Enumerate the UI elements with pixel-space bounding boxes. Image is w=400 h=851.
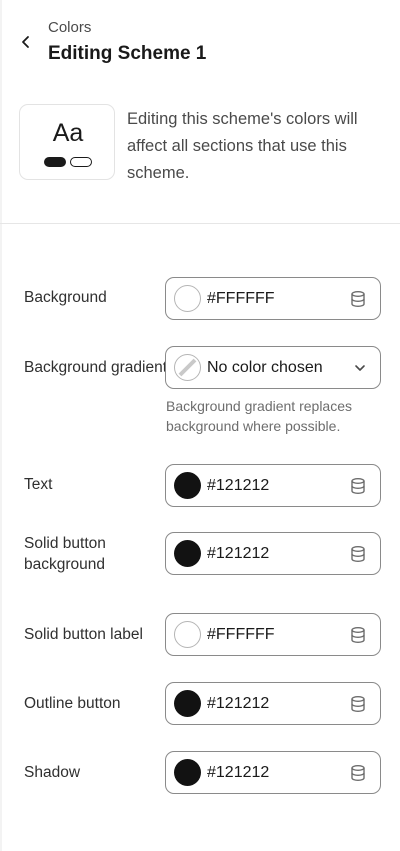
field-label-background-gradient: Background gradient bbox=[24, 359, 168, 376]
gradient-value: No color chosen bbox=[207, 358, 323, 376]
database-icon[interactable] bbox=[348, 476, 368, 496]
field-label-solid-button-label: Solid button label bbox=[24, 626, 143, 643]
text-color-picker[interactable]: #121212 bbox=[165, 464, 381, 507]
outline-button-picker[interactable]: #121212 bbox=[165, 682, 381, 725]
breadcrumb: Colors bbox=[48, 19, 92, 36]
preview-sample-text: Aa bbox=[52, 119, 84, 147]
field-label-background: Background bbox=[24, 289, 107, 306]
database-icon[interactable] bbox=[348, 763, 368, 783]
field-label-text: Text bbox=[24, 476, 53, 493]
shadow-color-picker[interactable]: #121212 bbox=[165, 751, 381, 794]
scheme-preview-card: Aa bbox=[19, 104, 115, 180]
database-icon[interactable] bbox=[348, 625, 368, 645]
panel-header: Colors Editing Scheme 1 bbox=[0, 0, 400, 80]
color-swatch[interactable] bbox=[174, 690, 201, 717]
color-swatch[interactable] bbox=[174, 759, 201, 786]
color-swatch[interactable] bbox=[174, 285, 201, 312]
gradient-help-text: Background gradient replaces background … bbox=[166, 398, 353, 434]
page-title: Editing Scheme 1 bbox=[48, 43, 207, 64]
solid-button-preview bbox=[44, 157, 66, 167]
field-label-solid-button-background: Solid button background bbox=[24, 535, 106, 573]
back-button[interactable] bbox=[14, 30, 38, 54]
solid-button-background-picker[interactable]: #121212 bbox=[165, 532, 381, 575]
no-color-icon[interactable] bbox=[174, 354, 201, 381]
panel-edge bbox=[0, 0, 2, 851]
database-icon[interactable] bbox=[348, 289, 368, 309]
chevron-left-icon bbox=[22, 36, 29, 48]
background-color-picker[interactable]: #FFFFFF bbox=[165, 277, 381, 320]
color-swatch[interactable] bbox=[174, 621, 201, 648]
database-icon[interactable] bbox=[348, 544, 368, 564]
outline-button-preview bbox=[70, 157, 92, 167]
background-gradient-picker[interactable]: No color chosen bbox=[165, 346, 381, 389]
color-swatch[interactable] bbox=[174, 472, 201, 499]
scheme-description: Editing this scheme's colors will affect… bbox=[127, 110, 358, 182]
color-value: #121212 bbox=[207, 476, 270, 494]
section-divider bbox=[0, 223, 400, 224]
color-value: #121212 bbox=[207, 544, 270, 562]
field-label-outline-button: Outline button bbox=[24, 695, 121, 712]
color-value: #121212 bbox=[207, 763, 270, 781]
color-value: #FFFFFF bbox=[207, 289, 275, 307]
chevron-down-icon[interactable] bbox=[350, 358, 370, 378]
database-icon[interactable] bbox=[348, 694, 368, 714]
field-label-shadow: Shadow bbox=[24, 764, 81, 781]
color-value: #FFFFFF bbox=[207, 625, 275, 643]
solid-button-label-picker[interactable]: #FFFFFF bbox=[165, 613, 381, 656]
color-value: #121212 bbox=[207, 694, 270, 712]
color-swatch[interactable] bbox=[174, 540, 201, 567]
